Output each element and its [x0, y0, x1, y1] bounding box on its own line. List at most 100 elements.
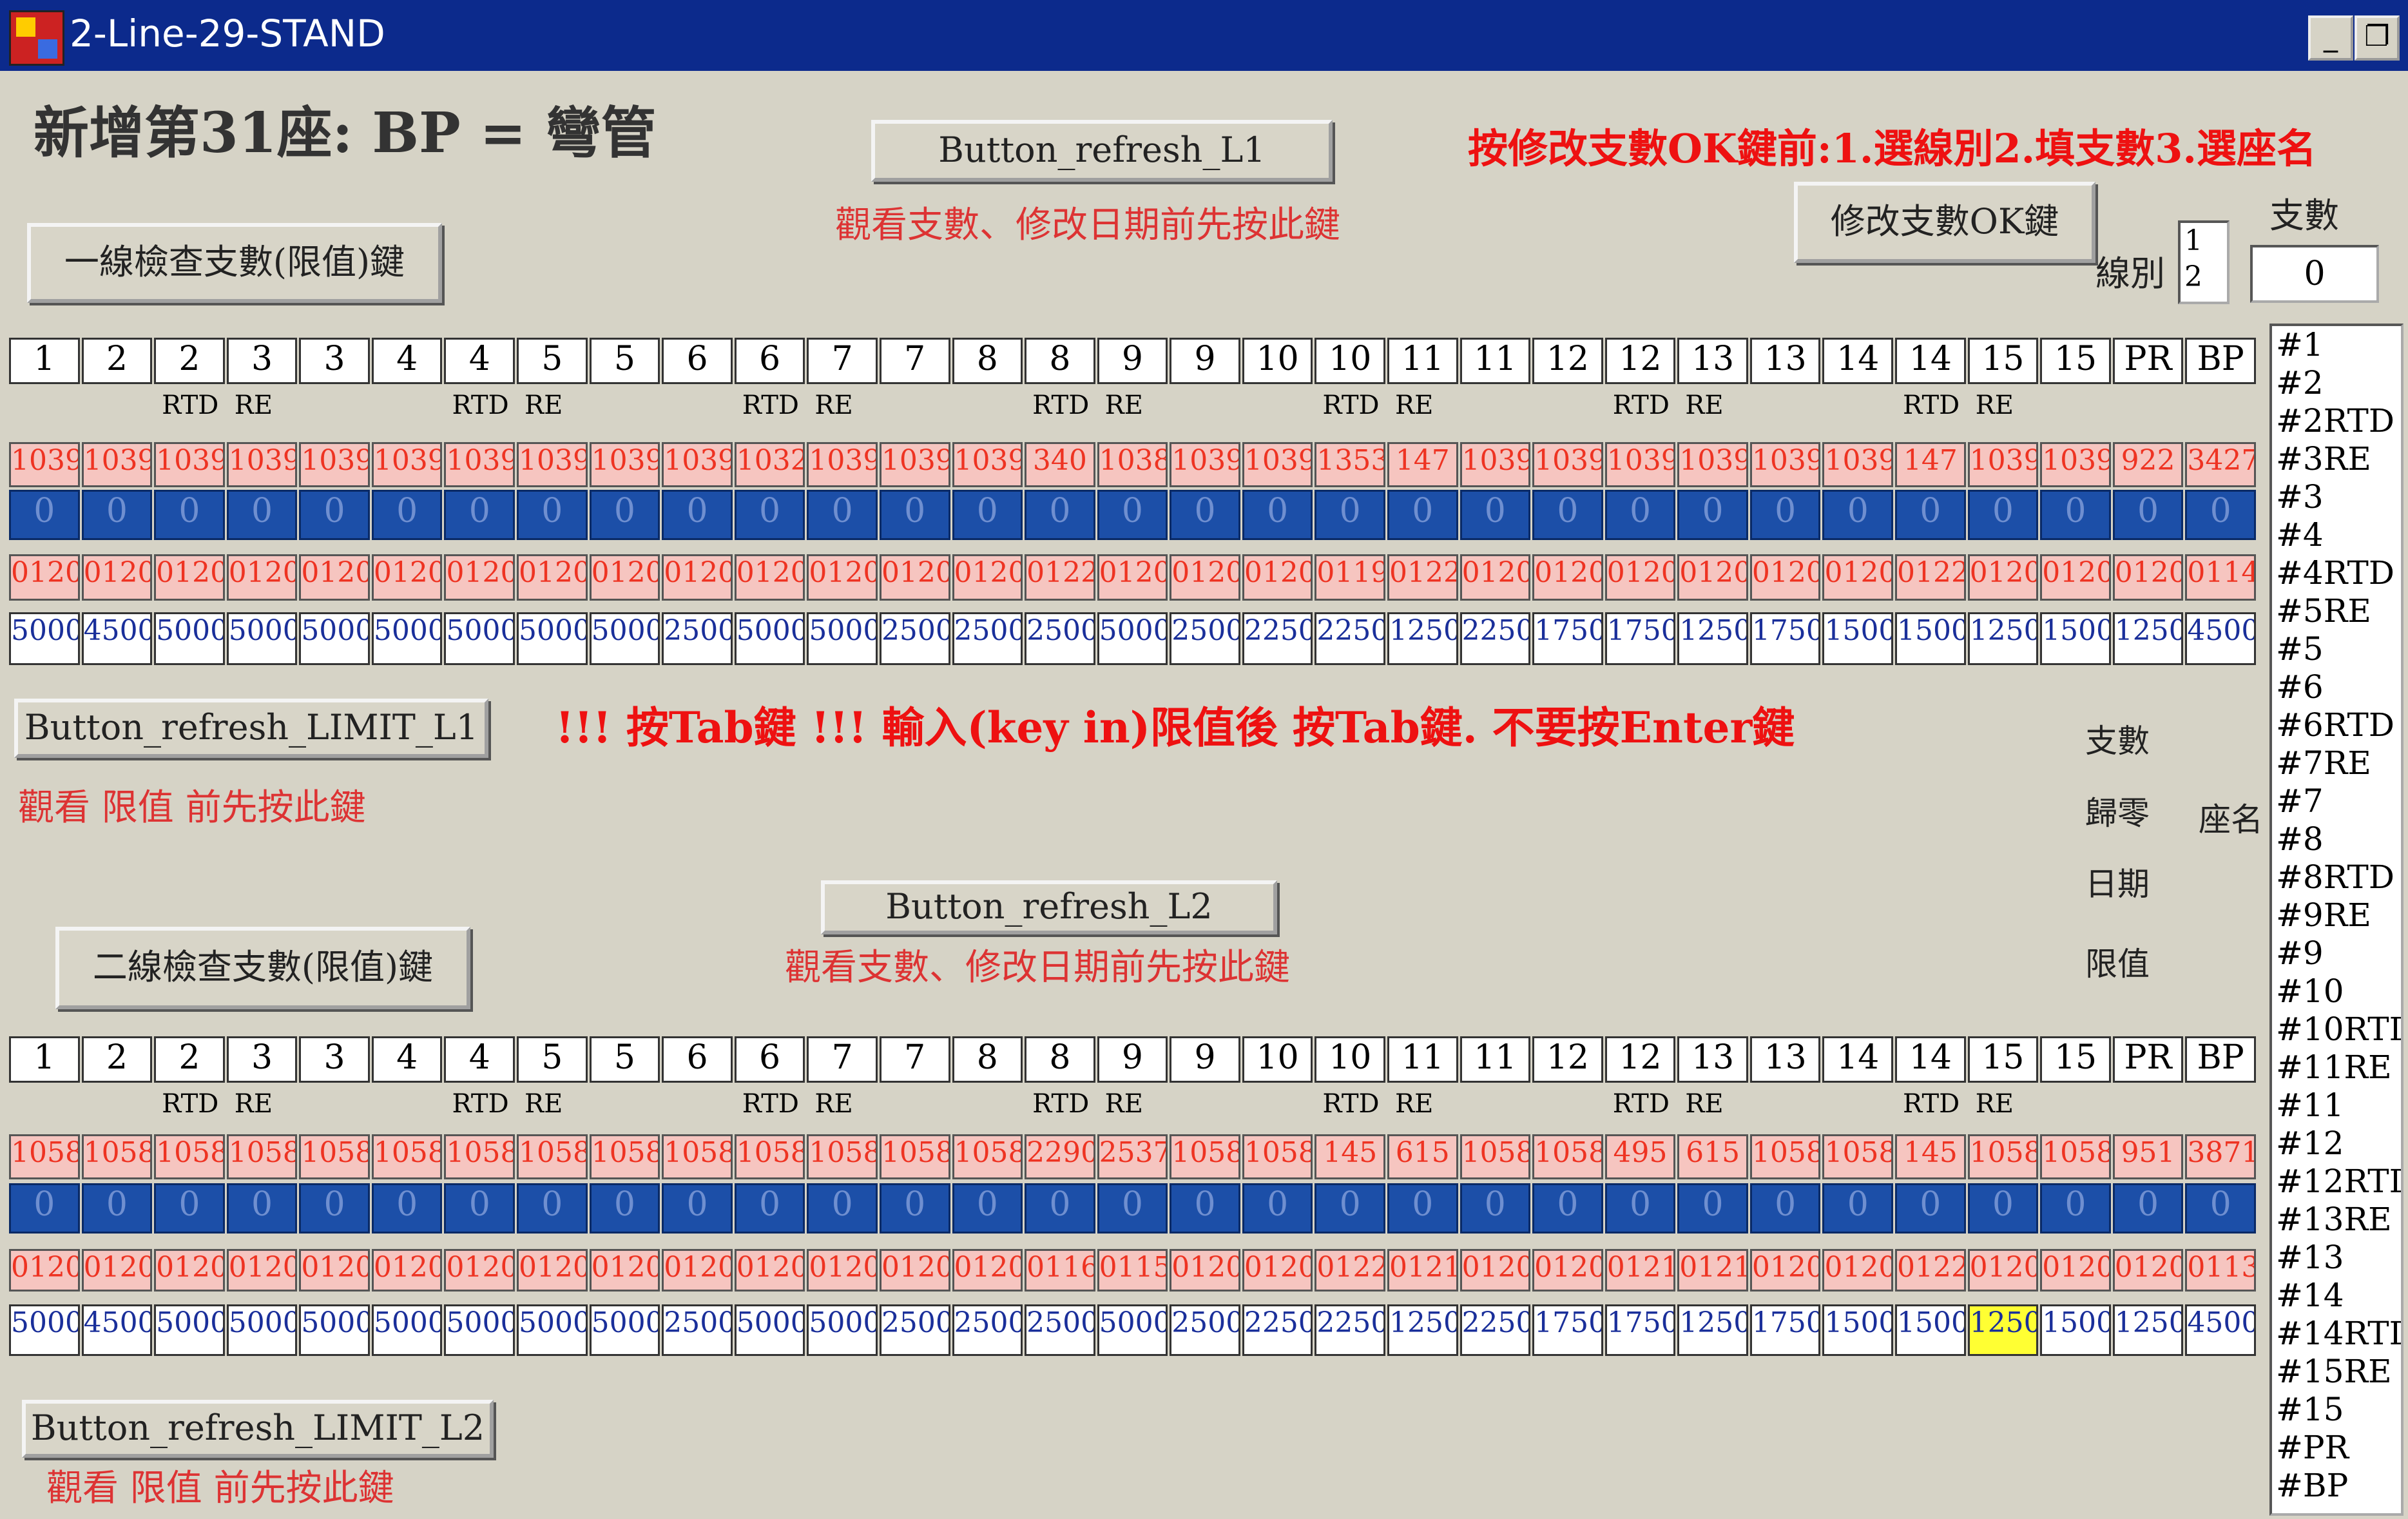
line-select[interactable]: 1 2: [2178, 220, 2230, 304]
zero-cell[interactable]: 0: [1025, 490, 1095, 540]
seat-list-item[interactable]: #15RE: [2276, 1353, 2401, 1391]
limit-input[interactable]: 5000: [226, 1304, 298, 1356]
limit-input[interactable]: 2250: [1459, 1304, 1531, 1356]
zero-cell[interactable]: 0: [1097, 1183, 1168, 1234]
zero-cell[interactable]: 0: [1459, 490, 1531, 540]
limit-input[interactable]: 1750: [1532, 1304, 1603, 1356]
limit-input[interactable]: 5000: [517, 612, 588, 665]
zero-cell[interactable]: 0: [2040, 1183, 2111, 1234]
zero-cell[interactable]: 0: [81, 490, 153, 540]
date-cell[interactable]: 0120: [2040, 1249, 2111, 1292]
limit-input[interactable]: 2500: [662, 1304, 733, 1356]
limit-input[interactable]: 2500: [1170, 1304, 1240, 1356]
zero-cell[interactable]: 0: [879, 490, 950, 540]
zero-cell[interactable]: 0: [226, 490, 298, 540]
zero-cell[interactable]: 0: [444, 1183, 515, 1234]
limit-input[interactable]: 2250: [1315, 612, 1385, 665]
zero-cell[interactable]: 0: [952, 1183, 1023, 1234]
seat-list-item[interactable]: #8: [2276, 820, 2401, 858]
limit-input[interactable]: 5000: [1097, 612, 1168, 665]
date-cell[interactable]: 0120: [952, 554, 1023, 601]
zero-cell[interactable]: 0: [2040, 490, 2111, 540]
limit-input[interactable]: 2500: [952, 1304, 1023, 1356]
zero-cell[interactable]: 0: [1822, 1183, 1894, 1234]
date-cell[interactable]: 0120: [517, 1249, 588, 1292]
date-cell[interactable]: 0120: [299, 1249, 370, 1292]
limit-input[interactable]: 1250: [1387, 612, 1458, 665]
limit-input[interactable]: 2500: [879, 1304, 950, 1356]
seat-list-item[interactable]: #8RTD: [2276, 858, 2401, 896]
seat-list-item[interactable]: #4: [2276, 516, 2401, 554]
date-cell[interactable]: 0116: [1025, 1249, 1095, 1292]
date-cell[interactable]: 0120: [879, 554, 950, 601]
check-l1-button[interactable]: 一線檢查支數(限值)鍵: [27, 223, 442, 303]
seat-list-item[interactable]: #6: [2276, 668, 2401, 706]
limit-input[interactable]: 2500: [952, 612, 1023, 665]
zero-cell[interactable]: 0: [589, 1183, 660, 1234]
date-cell[interactable]: 0120: [879, 1249, 950, 1292]
refresh-limit-l1-button[interactable]: Button_refresh_LIMIT_L1: [14, 699, 488, 758]
date-cell[interactable]: 0120: [1459, 554, 1531, 601]
limit-input[interactable]: 1250: [1677, 612, 1748, 665]
zero-cell[interactable]: 0: [1895, 490, 1966, 540]
seat-list-item[interactable]: #6RTD: [2276, 706, 2401, 744]
date-cell[interactable]: 0120: [1459, 1249, 1531, 1292]
seat-list-item[interactable]: #BP: [2276, 1467, 2401, 1505]
date-cell[interactable]: 0122: [1895, 554, 1966, 601]
zero-cell[interactable]: 0: [1967, 1183, 2039, 1234]
zero-cell[interactable]: 0: [1677, 490, 1748, 540]
zero-cell[interactable]: 0: [1242, 1183, 1313, 1234]
zero-cell[interactable]: 0: [1604, 490, 1676, 540]
limit-input[interactable]: 1250: [1677, 1304, 1748, 1356]
limit-input[interactable]: 1750: [1532, 612, 1603, 665]
zero-cell[interactable]: 0: [81, 1183, 153, 1234]
date-cell[interactable]: 0122: [1895, 1249, 1966, 1292]
modify-ok-button[interactable]: 修改支數OK鍵: [1794, 182, 2095, 263]
seat-list[interactable]: #1 #2 #2RTD #3RE #3 #4 #4RTD #5RE #5 #6 #6RTD #7RE #…: [2269, 324, 2403, 1516]
zero-cell[interactable]: 0: [154, 1183, 225, 1234]
zero-cell[interactable]: 0: [2112, 490, 2184, 540]
date-cell[interactable]: 0120: [662, 1249, 733, 1292]
date-cell[interactable]: 0120: [9, 1249, 80, 1292]
limit-input[interactable]: 2250: [1242, 1304, 1313, 1356]
limit-input[interactable]: 5000: [807, 1304, 878, 1356]
zero-cell[interactable]: 0: [662, 490, 733, 540]
seat-list-item[interactable]: #7RE: [2276, 744, 2401, 782]
date-cell[interactable]: 0113: [2185, 1249, 2256, 1292]
limit-input[interactable]: 5000: [734, 1304, 805, 1356]
zero-cell[interactable]: 0: [1677, 1183, 1748, 1234]
refresh-l2-button[interactable]: Button_refresh_L2: [821, 880, 1277, 934]
seat-list-item[interactable]: #12: [2276, 1125, 2401, 1163]
date-cell[interactable]: 0120: [2112, 554, 2184, 601]
date-cell[interactable]: 0122: [1025, 554, 1095, 601]
date-cell[interactable]: 0115: [1097, 1249, 1168, 1292]
zero-cell[interactable]: 0: [952, 490, 1023, 540]
seat-list-item[interactable]: #11RE: [2276, 1049, 2401, 1087]
limit-input[interactable]: 2500: [1025, 1304, 1095, 1356]
zero-cell[interactable]: 0: [1170, 490, 1240, 540]
zero-cell[interactable]: 0: [1822, 490, 1894, 540]
date-cell[interactable]: 0120: [1242, 1249, 1313, 1292]
limit-input[interactable]: 5000: [444, 1304, 515, 1356]
limit-input[interactable]: 1500: [1822, 612, 1894, 665]
zero-cell[interactable]: 0: [1749, 1183, 1821, 1234]
limit-input[interactable]: 1250: [1967, 612, 2039, 665]
seat-list-item[interactable]: #13RE: [2276, 1201, 2401, 1239]
limit-input[interactable]: 5000: [734, 612, 805, 665]
date-cell[interactable]: 0120: [299, 554, 370, 601]
seat-list-item[interactable]: #PR: [2276, 1429, 2401, 1467]
limit-input[interactable]: 5000: [226, 612, 298, 665]
zero-cell[interactable]: 0: [1459, 1183, 1531, 1234]
zero-cell[interactable]: 0: [1387, 490, 1458, 540]
zero-cell[interactable]: 0: [517, 1183, 588, 1234]
date-cell[interactable]: 0120: [371, 1249, 443, 1292]
check-l2-button[interactable]: 二線檢查支數(限值)鍵: [55, 927, 470, 1009]
date-cell[interactable]: 0120: [226, 554, 298, 601]
limit-input[interactable]: 1750: [1604, 612, 1676, 665]
zero-cell[interactable]: 0: [1097, 490, 1168, 540]
date-cell[interactable]: 0120: [2112, 1249, 2184, 1292]
date-cell[interactable]: 0120: [1967, 554, 2039, 601]
date-cell[interactable]: 0122: [1387, 554, 1458, 601]
date-cell[interactable]: 0121: [1677, 1249, 1748, 1292]
zero-cell[interactable]: 0: [589, 490, 660, 540]
